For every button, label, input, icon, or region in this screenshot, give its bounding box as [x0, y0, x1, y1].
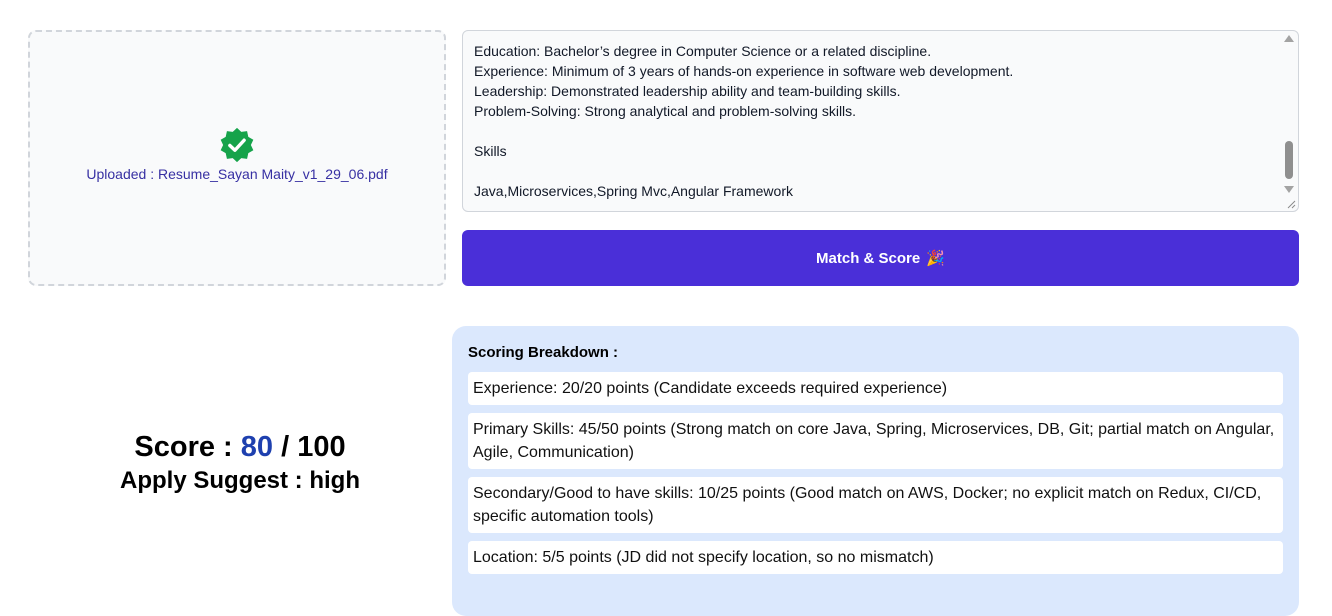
breakdown-item-location: Location: 5/5 points (JD did not specify…: [468, 541, 1283, 574]
scroll-down-arrow-icon[interactable]: [1284, 186, 1294, 193]
resume-upload-dropzone[interactable]: Uploaded : Resume_Sayan Maity_v1_29_06.p…: [28, 30, 446, 286]
score-suffix: / 100: [273, 431, 346, 463]
breakdown-title: Scoring Breakdown :: [468, 344, 619, 361]
scroll-up-arrow-icon[interactable]: [1284, 35, 1294, 42]
score-value: 80: [240, 431, 274, 463]
resize-handle-icon[interactable]: [1286, 199, 1296, 209]
apply-suggestion: Apply Suggest : high: [120, 467, 360, 494]
breakdown-item-secondary-skills: Secondary/Good to have skills: 10/25 poi…: [468, 477, 1283, 533]
score-prefix: Score :: [134, 431, 241, 463]
uploaded-file-label: Uploaded : Resume_Sayan Maity_v1_29_06.p…: [86, 166, 388, 182]
match-and-score-button[interactable]: Match & Score 🎉: [462, 230, 1299, 286]
textarea-scrollbar[interactable]: [1281, 31, 1298, 211]
job-description-text[interactable]: Education: Bachelor’s degree in Computer…: [474, 41, 1274, 201]
party-popper-icon: 🎉: [926, 250, 945, 267]
scoring-breakdown-panel: Scoring Breakdown : Experience: 20/20 po…: [452, 326, 1299, 616]
job-description-textarea[interactable]: Education: Bachelor’s degree in Computer…: [462, 30, 1299, 212]
scrollbar-thumb[interactable]: [1285, 141, 1293, 179]
score-summary: Score : 80 / 100 Apply Suggest : high: [28, 428, 452, 496]
breakdown-item-primary-skills: Primary Skills: 45/50 points (Strong mat…: [468, 413, 1283, 469]
breakdown-item-experience: Experience: 20/20 points (Candidate exce…: [468, 372, 1283, 405]
score-line: Score : 80 / 100: [28, 428, 452, 466]
match-button-label: Match & Score: [816, 249, 921, 267]
verified-check-badge-icon: [220, 127, 254, 163]
